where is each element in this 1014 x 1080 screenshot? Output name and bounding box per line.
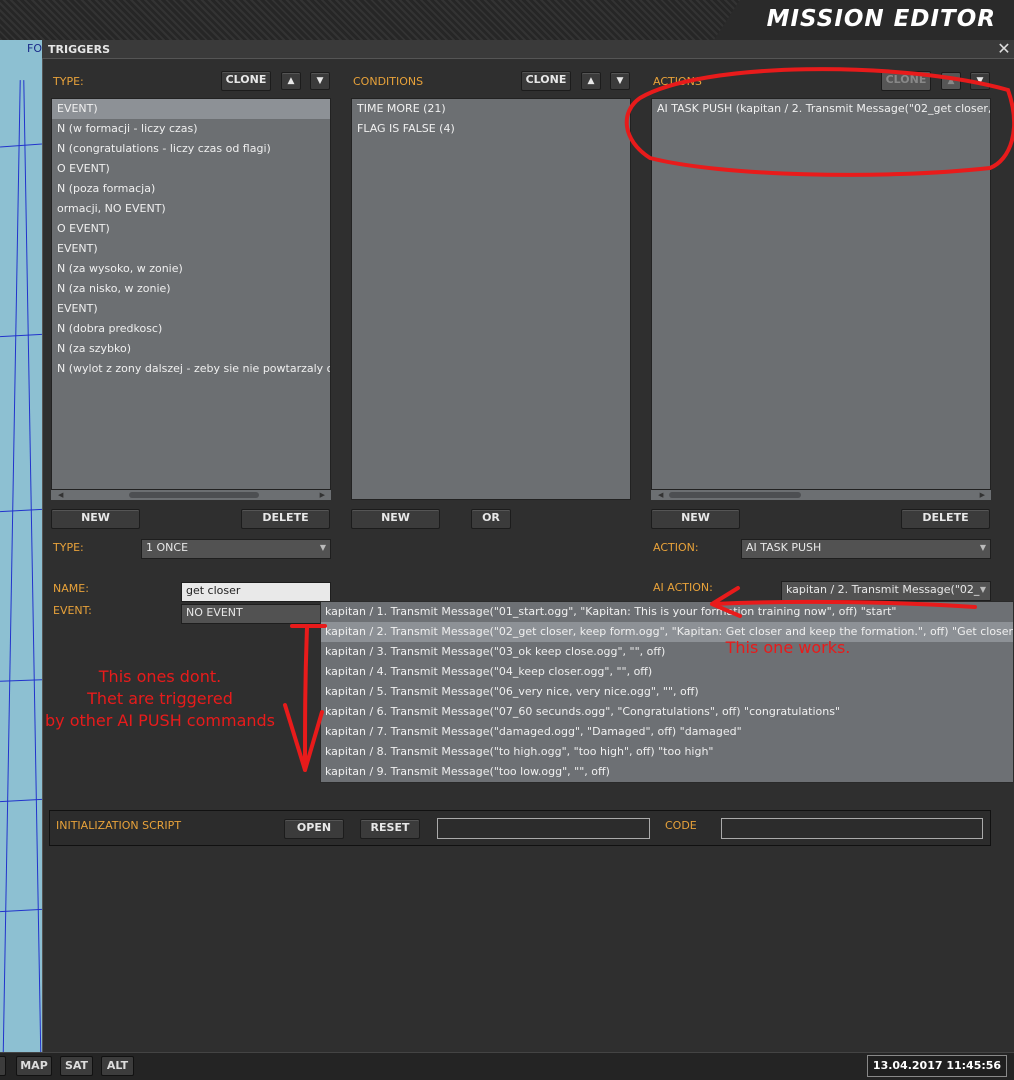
trigger-list-item[interactable]: EVENT) (52, 299, 330, 319)
trigger-list-item[interactable]: N (za nisko, w zonie) (52, 279, 330, 299)
ai-action-option[interactable]: kapitan / 1. Transmit Message("01_start.… (321, 602, 1013, 622)
actions-new-button[interactable]: NEW (651, 509, 740, 529)
triggers-move-down-button[interactable]: ▼ (310, 72, 330, 90)
condition-list-item[interactable]: FLAG IS FALSE (4) (352, 119, 630, 139)
init-script-path-field[interactable] (437, 818, 650, 839)
conditions-clone-button[interactable]: CLONE (521, 71, 571, 91)
annotation-left-note: This ones dont. Thet are triggered by ot… (45, 667, 275, 730)
trigger-type-select[interactable]: 1 ONCE ▼ (141, 539, 331, 559)
code-field[interactable] (721, 818, 983, 839)
trigger-list-item[interactable]: EVENT) (52, 239, 330, 259)
trigger-list-item[interactable]: ormacji, NO EVENT) (52, 199, 330, 219)
action-select[interactable]: AI TASK PUSH ▼ (741, 539, 991, 559)
ai-action-option[interactable]: kapitan / 4. Transmit Message("04_keep c… (321, 662, 1013, 682)
ai-action-option[interactable]: kapitan / 9. Transmit Message("too low.o… (321, 762, 1013, 782)
triggers-type-header: TYPE: (53, 75, 84, 88)
bottom-bar (0, 1052, 1014, 1080)
ai-action-option[interactable]: kapitan / 7. Transmit Message("damaged.o… (321, 722, 1013, 742)
conditions-move-down-button[interactable]: ▼ (610, 72, 630, 90)
conditions-header: CONDITIONS (353, 75, 424, 88)
trigger-list-item[interactable]: N (congratulations - liczy czas od flagi… (52, 139, 330, 159)
trigger-list-item[interactable]: N (poza formacja) (52, 179, 330, 199)
ai-action-select[interactable]: kapitan / 2. Transmit Message("02_ ▼ (781, 581, 991, 601)
actions-clone-button[interactable]: CLONE (881, 71, 931, 91)
actions-list[interactable]: AI TASK PUSH (kapitan / 2. Transmit Mess… (651, 98, 991, 490)
datetime-display: 13.04.2017 11:45:56 (867, 1055, 1007, 1077)
init-script-reset-button[interactable]: RESET (360, 819, 420, 839)
map-button[interactable]: MAP (16, 1056, 52, 1076)
conditions-new-button[interactable]: NEW (351, 509, 440, 529)
trigger-list-item[interactable]: O EVENT) (52, 219, 330, 239)
actions-hscrollbar[interactable]: ◀ ▶ (651, 490, 991, 500)
action-list-item[interactable]: AI TASK PUSH (kapitan / 2. Transmit Mess… (652, 99, 990, 119)
trigger-name-label: NAME: (53, 582, 89, 595)
trigger-list-item[interactable]: N (dobra predkosc) (52, 319, 330, 339)
triggers-list[interactable]: EVENT) N (w formacji - liczy czas) N (cong… (51, 98, 331, 490)
sat-button[interactable]: SAT (60, 1056, 93, 1076)
app-title: MISSION EDITOR (766, 6, 996, 32)
window-title-bar[interactable] (42, 40, 1014, 59)
conditions-list[interactable]: TIME MORE (21) FLAG IS FALSE (4) (351, 98, 631, 500)
alt-button[interactable]: ALT (101, 1056, 134, 1076)
ai-action-dropdown[interactable]: kapitan / 1. Transmit Message("01_start.… (320, 601, 1014, 783)
trigger-type-label: TYPE: (53, 541, 84, 554)
conditions-or-button[interactable]: OR (471, 509, 511, 529)
ai-action-option[interactable]: kapitan / 3. Transmit Message("03_ok kee… (321, 642, 1013, 662)
triggers-hscrollbar[interactable]: ◀ ▶ (51, 490, 331, 500)
trigger-type-value: 1 ONCE (146, 541, 189, 554)
init-script-open-button[interactable]: OPEN (284, 819, 344, 839)
trigger-event-select[interactable]: NO EVENT (181, 604, 321, 624)
chevron-down-icon: ▼ (319, 543, 326, 552)
trigger-list-item[interactable]: N (w formacji - liczy czas) (52, 119, 330, 139)
annotation-right-note: This one works. (725, 638, 851, 657)
chevron-down-icon: ▼ (979, 585, 986, 594)
map-label: FO (27, 42, 42, 55)
trigger-event-label: EVENT: (53, 604, 92, 617)
ai-action-option[interactable]: kapitan / 8. Transmit Message("to high.o… (321, 742, 1013, 762)
ai-action-value: kapitan / 2. Transmit Message("02_ (786, 583, 980, 596)
triggers-new-button[interactable]: NEW (51, 509, 140, 529)
ai-action-option[interactable]: kapitan / 2. Transmit Message("02_get cl… (321, 622, 1013, 642)
actions-move-up-button[interactable]: ▲ (941, 72, 961, 90)
trigger-list-item[interactable]: EVENT) (52, 99, 330, 119)
trigger-list-item[interactable]: N (za szybko) (52, 339, 330, 359)
conditions-move-up-button[interactable]: ▲ (581, 72, 601, 90)
triggers-move-up-button[interactable]: ▲ (281, 72, 301, 90)
trigger-list-item[interactable]: N (wylot z zony dalszej - zeby sie nie p… (52, 359, 330, 379)
triggers-delete-button[interactable]: DELETE (241, 509, 330, 529)
bottom-bar-partial-button[interactable] (0, 1056, 6, 1076)
trigger-name-input[interactable]: get closer (181, 582, 331, 602)
ai-action-option[interactable]: kapitan / 6. Transmit Message("07_60 sec… (321, 702, 1013, 722)
map-view[interactable] (0, 40, 42, 1052)
close-icon[interactable]: ✕ (996, 41, 1012, 57)
triggers-clone-button[interactable]: CLONE (221, 71, 271, 91)
actions-move-down-button[interactable]: ▼ (970, 72, 990, 90)
ai-action-label: AI ACTION: (653, 581, 713, 594)
ai-action-option[interactable]: kapitan / 5. Transmit Message("06_very n… (321, 682, 1013, 702)
trigger-list-item[interactable]: O EVENT) (52, 159, 330, 179)
code-label: CODE (665, 819, 697, 832)
window-title: TRIGGERS (48, 43, 111, 56)
init-script-label: INITIALIZATION SCRIPT (56, 819, 182, 832)
actions-delete-button[interactable]: DELETE (901, 509, 990, 529)
trigger-list-item[interactable]: N (za wysoko, w zonie) (52, 259, 330, 279)
chevron-down-icon: ▼ (979, 543, 986, 552)
condition-list-item[interactable]: TIME MORE (21) (352, 99, 630, 119)
actions-header: ACTIONS (653, 75, 702, 88)
action-label: ACTION: (653, 541, 699, 554)
action-value: AI TASK PUSH (746, 541, 822, 554)
